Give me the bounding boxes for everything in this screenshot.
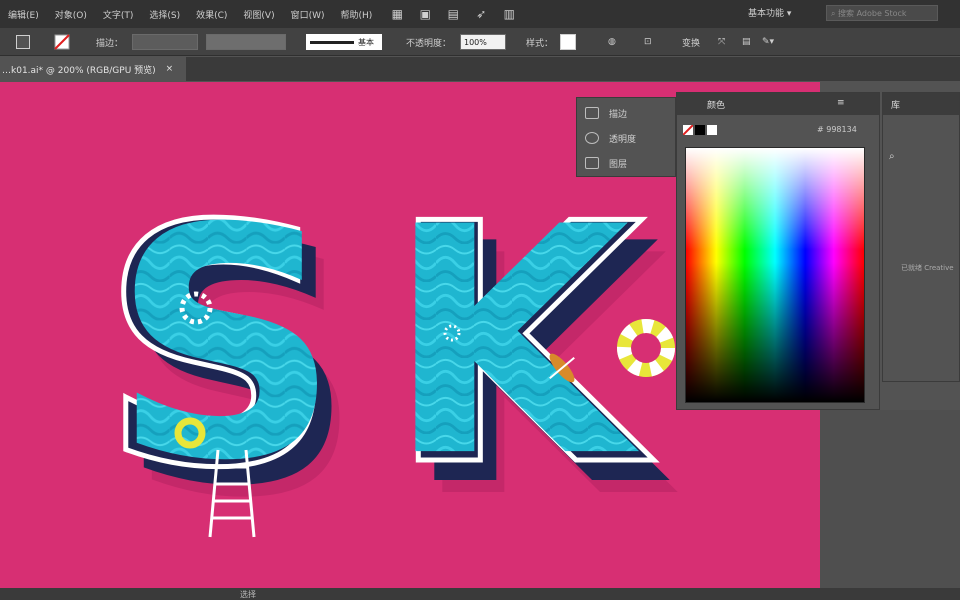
color-panel: 颜色 ≡ # 998134 [676,92,880,410]
isolate-icon[interactable]: ⤧ [718,34,725,50]
transparency-panel-button[interactable]: 透明度 [585,129,636,147]
color-swatches [683,125,717,135]
stroke-icon [585,107,599,119]
menu-select[interactable]: 选择(S) [141,8,188,21]
variable-width-field[interactable] [206,34,286,50]
opacity-label: 不透明度： [406,38,452,49]
library-note: 已就绪 Creative [901,264,954,272]
panel-empty-area [820,410,960,588]
tab-libraries[interactable]: 库 [883,93,959,115]
document-tab[interactable]: …k01.ai* @ 200% (RGB/GPU 预览) × [0,57,186,81]
layers-panel-label: 图层 [609,159,628,170]
stroke-swatch[interactable] [54,34,70,50]
layers-panel-button[interactable]: 图层 [585,154,627,172]
menu-object[interactable]: 对象(O) [47,8,95,21]
recolor-icon[interactable]: ◍ [608,34,616,50]
search-icon: ⌕ [831,9,839,18]
chevron-down-icon: ▾ [786,9,792,19]
menu-bar: 编辑(E) 对象(O) 文字(T) 选择(S) 效果(C) 视图(V) 窗口(W… [0,0,960,28]
close-icon[interactable]: × [166,64,174,74]
black-swatch[interactable] [695,125,705,135]
workspace-switcher[interactable]: 基本功能 ▾ [748,6,791,19]
collapsed-panel-dock: 描边 透明度 图层 [576,97,676,177]
stock-icon[interactable]: ▣ [418,7,432,21]
tab-color[interactable]: 颜色 [707,98,725,111]
color-spectrum[interactable] [685,147,865,403]
menu-window[interactable]: 窗口(W) [283,8,333,21]
stroke-style-label: 基本 [358,37,374,47]
hex-prefix: # [817,125,824,134]
menu-effect[interactable]: 效果(C) [188,8,235,21]
menu-edit[interactable]: 编辑(E) [0,8,47,21]
s-letter-water: S [112,161,340,530]
align-icon[interactable]: ⊡ [644,34,652,50]
stroke-panel-button[interactable]: 描边 [585,104,627,122]
layers-icon [585,157,599,169]
transparency-icon [585,132,599,144]
document-tab-row: …k01.ai* @ 200% (RGB/GPU 预览) × [0,57,960,81]
no-stroke-icon [54,34,70,50]
color-panel-header: 颜色 ≡ [677,93,879,115]
transform-button[interactable]: 变换 [682,34,700,50]
hex-field[interactable]: # 998134 [817,125,857,134]
search-placeholder: 搜索 Adobe Stock [838,9,907,18]
arrange-documents-icon[interactable]: ▤ [446,7,460,21]
bridge-icon[interactable]: ▦ [390,7,404,21]
document-title: …k01.ai* @ 200% (RGB/GPU 预览) [2,65,156,76]
stock-search-input[interactable]: ⌕ 搜索 Adobe Stock [826,5,938,21]
panel-menu-icon[interactable]: ✎▾ [762,34,774,50]
stroke-panel-label: 描边 [609,109,628,120]
library-search-icon[interactable]: ⌕ [889,151,895,162]
gpu-performance-icon[interactable]: ➶ [474,7,488,21]
graphic-style-swatch[interactable] [560,34,576,50]
status-tool: 选择 [240,589,256,599]
transparency-panel-label: 透明度 [609,134,637,145]
k-letter-water: K [387,160,642,525]
menu-view[interactable]: 视图(V) [235,8,282,21]
share-icon[interactable]: ▥ [502,7,516,21]
none-swatch-icon[interactable] [683,125,693,135]
fill-swatch[interactable] [16,34,30,50]
menu-help[interactable]: 帮助(H) [333,8,381,21]
workspace-name: 基本功能 [748,9,785,19]
stroke-profile-dropdown[interactable]: 基本 [306,34,382,50]
panel-options-icon[interactable]: ≡ [837,98,845,108]
libraries-panel: 库 ⌕ 已就绪 Creative [882,92,960,382]
menu-type[interactable]: 文字(T) [95,8,142,21]
status-bar: 选择 [0,588,960,600]
style-label: 样式： [526,38,554,49]
arrange-icon[interactable]: ▤ [742,34,751,50]
hex-value: 998134 [826,125,857,134]
stroke-weight-field[interactable] [132,34,198,50]
white-swatch[interactable] [707,125,717,135]
stroke-label: 描边： [96,38,124,49]
opacity-field[interactable]: 100% [460,34,506,50]
